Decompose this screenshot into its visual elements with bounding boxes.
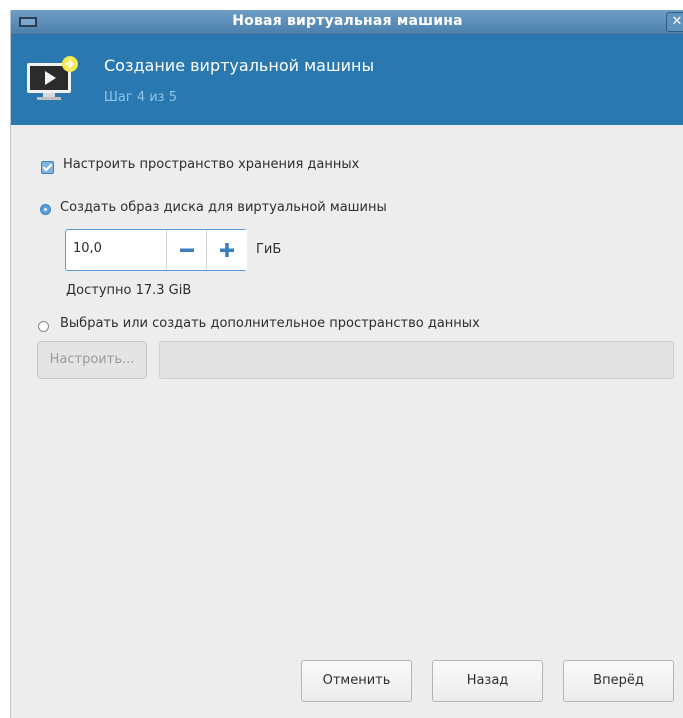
- create-image-radio[interactable]: [40, 204, 51, 215]
- new-vm-dialog: Новая виртуальная машина ✕ Создание вирт…: [10, 10, 683, 718]
- wizard-title: Создание виртуальной машины: [104, 56, 375, 75]
- cancel-button[interactable]: Отменить: [301, 660, 412, 702]
- disk-size-input[interactable]: 10,0: [73, 241, 102, 256]
- decrease-button[interactable]: [166, 230, 207, 270]
- storage-path-field: [159, 341, 674, 379]
- forward-button[interactable]: Вперёд: [563, 660, 674, 702]
- size-unit-label: ГиБ: [256, 242, 282, 257]
- create-image-label[interactable]: Создать образ диска для виртуальной маши…: [60, 200, 387, 215]
- close-button[interactable]: ✕: [666, 12, 683, 32]
- select-storage-radio[interactable]: [38, 321, 49, 332]
- minus-icon: [180, 248, 194, 252]
- configure-storage-label[interactable]: Настроить пространство хранения данных: [63, 157, 359, 172]
- title-bar[interactable]: Новая виртуальная машина ✕: [11, 10, 683, 35]
- window-title: Новая виртуальная машина: [232, 13, 463, 29]
- increase-button[interactable]: [206, 230, 247, 270]
- configure-path-button: Настроить...: [37, 341, 147, 379]
- select-storage-label[interactable]: Выбрать или создать дополнительное прост…: [60, 316, 480, 331]
- wizard-header: Создание виртуальной машины Шаг 4 из 5: [11, 35, 683, 125]
- available-space-label: Доступно 17.3 GiB: [66, 283, 192, 298]
- wizard-step: Шаг 4 из 5: [104, 90, 177, 105]
- vm-screen-icon: [27, 56, 78, 100]
- disk-size-spinbutton[interactable]: 10,0: [65, 229, 247, 271]
- back-button[interactable]: Назад: [432, 660, 543, 702]
- configure-storage-checkbox[interactable]: [41, 161, 54, 174]
- plus-icon: [220, 243, 234, 257]
